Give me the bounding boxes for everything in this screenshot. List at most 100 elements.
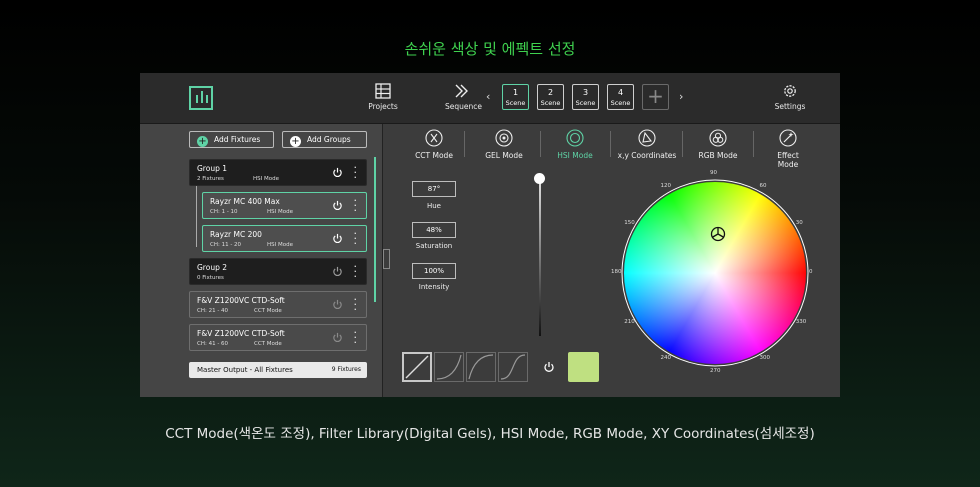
wheel-label-150: 150 [624,219,635,226]
add-groups-button[interactable]: + Add Groups [282,131,367,148]
tab-label: HSI Mode [557,151,593,160]
fixture-mode: CCT Mode [254,308,282,314]
add-fixtures-label: Add Fixtures [214,135,261,144]
tab-separator [682,131,683,157]
fixture-card-rayzr-400[interactable]: Rayzr MC 400 Max CH: 1 - 10 HSI Mode · · · [202,192,367,219]
fixture-mode: HSI Mode [267,209,293,215]
wheel-label-330: 330 [795,318,807,325]
more-options-icon[interactable]: · · · [354,294,358,315]
more-options-icon[interactable]: · · · [354,261,358,282]
fixture-channels: CH: 41 - 60 [197,341,229,347]
tab-separator [464,131,465,157]
saturation-label: Saturation [415,242,453,250]
curve-log-icon [436,354,462,380]
scene-number: 4 [617,88,624,97]
group-count: 2 Fixtures [197,176,224,182]
power-icon[interactable] [332,200,343,211]
master-output-bar[interactable]: Master Output - All Fixtures 9 Fixtures [189,362,367,378]
add-fixtures-button[interactable]: + Add Fixtures [189,131,274,148]
fixture-card-fv-z1200-b[interactable]: F&V Z1200VC CTD-Soft CH: 41 - 60 CCT Mod… [189,324,367,351]
wheel-label-210: 210 [624,318,635,325]
group-name: Group 2 [197,263,227,272]
fixture-mode: CCT Mode [254,341,282,347]
fixture-channels: CH: 21 - 40 [197,308,229,314]
fixture-channels: CH: 1 - 10 [210,209,238,215]
group-name: Group 1 [197,164,227,173]
effect-icon [779,129,797,147]
tab-xy-coordinates[interactable]: x,y Coordinates [617,129,677,160]
xy-icon [638,129,656,147]
curve-s-button[interactable] [498,352,528,382]
intensity-slider-thumb[interactable] [534,173,545,184]
curve-linear-button[interactable] [402,352,432,382]
tab-label: RGB Mode [698,151,738,160]
scene-button-3[interactable]: 3 Scene [572,84,599,110]
power-icon[interactable] [332,266,343,277]
tab-separator [753,131,754,157]
group-card-2[interactable]: Group 2 0 Fixtures · · · [189,258,367,285]
wheel-label-60: 60 [759,183,767,190]
fixture-name: Rayzr MC 400 Max [210,197,280,206]
scene-button-1[interactable]: 1 Scene [502,84,529,110]
tab-cct-mode[interactable]: CCT Mode [412,129,456,160]
add-scene-button[interactable]: + [642,84,669,110]
curve-exp-button[interactable] [466,352,496,382]
plus-icon: + [197,136,208,147]
wheel-label-30: 30 [795,219,803,226]
tab-effect-mode[interactable]: Effect Mode [766,129,810,169]
color-preview-swatch [568,352,599,382]
hue-field[interactable]: 87° [412,181,456,197]
panel-resize-handle[interactable] [383,249,390,269]
more-options-icon[interactable]: · · · [354,162,358,183]
projects-label: Projects [368,102,398,111]
tab-separator [610,131,611,157]
tab-label: GEL Mode [485,151,523,160]
scene-prev-icon[interactable]: ‹ [486,90,490,103]
color-wheel[interactable]: 90 60 30 0 330 300 270 240 210 180 150 120 [611,170,813,374]
settings-button[interactable]: Settings [773,83,807,111]
group-card-1[interactable]: Group 1 2 Fixtures HSI Mode · · · [189,159,367,186]
power-icon[interactable] [332,299,343,310]
fixture-card-rayzr-200[interactable]: Rayzr MC 200 CH: 11 - 20 HSI Mode · · · [202,225,367,252]
grid-icon [375,83,391,99]
scene-next-icon[interactable]: › [679,90,683,103]
wheel-label-0: 0 [809,269,813,275]
intensity-field[interactable]: 100% [412,263,456,279]
tab-label: x,y Coordinates [617,151,677,160]
sequence-label: Sequence [445,102,482,111]
intensity-slider-track[interactable] [539,176,541,336]
more-options-icon[interactable]: · · · [354,228,358,249]
wheel-label-240: 240 [660,354,672,361]
more-options-icon[interactable]: · · · [354,327,358,348]
curve-log-button[interactable] [434,352,464,382]
top-bar: Projects Sequence ‹ 1 Scene 2 Scene 3 Sc… [140,73,840,124]
scene-label: Scene [540,99,561,107]
tab-hsi-mode[interactable]: HSI Mode [553,129,597,160]
fixture-channels: CH: 11 - 20 [210,242,242,248]
projects-button[interactable]: Projects [368,83,398,111]
power-icon[interactable] [332,167,343,178]
wheel-label-90: 90 [710,170,717,176]
fixture-card-fv-z1200-a[interactable]: F&V Z1200VC CTD-Soft CH: 21 - 40 CCT Mod… [189,291,367,318]
scene-number: 1 [512,88,519,97]
fixtures-scrollbar[interactable] [374,157,376,302]
fixture-mode: HSI Mode [267,242,293,248]
tab-gel-mode[interactable]: GEL Mode [482,129,526,160]
gel-icon [495,129,513,147]
sequence-button[interactable]: Sequence [445,83,482,111]
app-window: Projects Sequence ‹ 1 Scene 2 Scene 3 Sc… [140,73,840,397]
cct-icon [425,129,443,147]
app-logo-icon[interactable] [189,86,213,110]
group-count: 0 Fixtures [197,275,224,281]
color-picker-cursor-icon[interactable] [710,226,726,242]
color-wheel-disc [624,182,806,364]
tab-rgb-mode[interactable]: RGB Mode [696,129,740,160]
saturation-field[interactable]: 48% [412,222,456,238]
more-options-icon[interactable]: · · · [354,195,358,216]
scene-number: 2 [547,88,554,97]
scene-button-4[interactable]: 4 Scene [607,84,634,110]
scene-button-2[interactable]: 2 Scene [537,84,564,110]
power-icon[interactable] [332,233,343,244]
power-icon[interactable] [543,361,555,373]
power-icon[interactable] [332,332,343,343]
